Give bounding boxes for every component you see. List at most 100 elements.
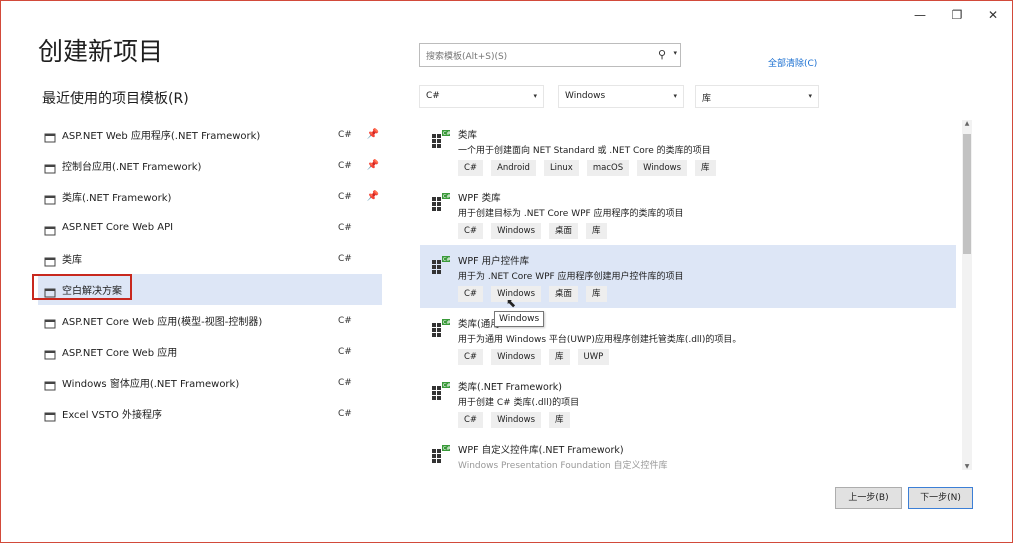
recent-template-label: ASP.NET Core Web 应用 bbox=[62, 348, 178, 359]
next-button[interactable]: 下一步(N) bbox=[908, 487, 973, 509]
recent-template-item[interactable]: 类库(.NET Framework) C# 📌 bbox=[38, 181, 382, 212]
search-input[interactable] bbox=[424, 46, 648, 68]
template-item[interactable]: C# WPF 类库用于创建目标为 .NET Core WPF 应用程序的类库的项目… bbox=[420, 182, 956, 245]
template-tag: C# bbox=[458, 412, 484, 428]
console-app-icon bbox=[44, 160, 56, 173]
recent-template-label: ASP.NET Core Web 应用(模型-视图-控制器) bbox=[62, 317, 263, 328]
mouse-cursor-icon: ⬉ bbox=[506, 296, 517, 310]
template-tags: C# Windows 桌面库 bbox=[458, 286, 615, 302]
tag-tooltip: Windows bbox=[494, 311, 545, 327]
platform-filter-value: Windows bbox=[565, 91, 606, 101]
recent-template-language: C# bbox=[338, 377, 352, 388]
template-description: 一个用于创建面向 NET Standard 或 .NET Core 的类库的项目 bbox=[458, 146, 711, 156]
template-tag: C# bbox=[458, 160, 484, 176]
chevron-down-icon: ▾ bbox=[808, 92, 812, 100]
class-library-icon bbox=[44, 253, 56, 266]
scroll-thumb[interactable] bbox=[963, 134, 971, 254]
template-description: 用于创建目标为 .NET Core WPF 应用程序的类库的项目 bbox=[458, 209, 684, 219]
template-tags: C# Windows 库 UWP bbox=[458, 349, 617, 365]
search-box[interactable]: ⚲ ▾ bbox=[419, 43, 681, 68]
pin-icon[interactable]: 📌 bbox=[364, 191, 382, 202]
template-item[interactable]: C# WPF 用户控件库 用于为 .NET Core WPF 应用程序创建用户控件库… bbox=[420, 245, 956, 308]
template-tag: 库 bbox=[586, 286, 607, 302]
scroll-up-icon[interactable]: ▲ bbox=[962, 120, 972, 127]
svg-text:C#: C# bbox=[443, 257, 451, 263]
scroll-down-icon[interactable]: ▼ bbox=[962, 463, 972, 470]
excel-icon bbox=[44, 408, 56, 421]
pin-icon[interactable]: 📌 bbox=[364, 129, 382, 140]
chevron-down-icon[interactable]: ▾ bbox=[673, 49, 677, 57]
recent-template-item[interactable]: Windows 窗体应用(.NET Framework) C# bbox=[38, 367, 382, 398]
svg-text:C#: C# bbox=[443, 446, 451, 452]
language-filter[interactable]: C# ▾ bbox=[419, 85, 544, 108]
template-tag: Windows bbox=[491, 223, 542, 239]
recent-template-language: C# bbox=[338, 160, 352, 171]
template-tag: C# bbox=[458, 349, 484, 365]
recent-template-item[interactable]: 类库 C# bbox=[38, 243, 382, 274]
template-tags: C# Android Linux macOS Windows 库 bbox=[458, 160, 724, 176]
svg-text:C#: C# bbox=[443, 131, 451, 137]
recent-templates-heading: 最近使用的项目模板(R) bbox=[42, 91, 189, 107]
template-tag: 桌面 bbox=[549, 223, 579, 239]
template-description: 用于为通用 Windows 平台(UWP)应用程序创建托管类库(.dll)的项目… bbox=[458, 335, 742, 345]
template-item[interactable]: C# WPF 自定义控件库(.NET Framework) Windows Pres… bbox=[420, 434, 956, 469]
template-icon: C# bbox=[430, 443, 452, 469]
template-list-scrollbar[interactable]: ▲ ▼ bbox=[962, 120, 972, 470]
template-icon: C# bbox=[430, 254, 452, 280]
template-tag: Android bbox=[491, 160, 536, 176]
template-name: WPF 类库 bbox=[458, 193, 501, 204]
recent-template-label: 类库(.NET Framework) bbox=[62, 193, 172, 204]
recent-template-item[interactable]: 控制台应用(.NET Framework) C# 📌 bbox=[38, 150, 382, 181]
close-button[interactable]: ✕ bbox=[983, 6, 1003, 24]
template-tag: Windows bbox=[491, 412, 542, 428]
recent-template-item[interactable]: ASP.NET Core Web 应用 C# bbox=[38, 336, 382, 367]
class-library-icon bbox=[44, 191, 56, 204]
minimize-button[interactable]: — bbox=[910, 6, 930, 24]
chevron-down-icon: ▾ bbox=[533, 92, 537, 100]
chevron-down-icon: ▾ bbox=[673, 92, 677, 100]
recent-template-item[interactable]: ASP.NET Web 应用程序(.NET Framework) C# 📌 bbox=[38, 119, 382, 150]
platform-filter[interactable]: Windows ▾ bbox=[558, 85, 684, 108]
template-tags: C# Windows 桌面库 bbox=[458, 223, 615, 239]
template-icon: C# bbox=[430, 317, 452, 343]
template-list: C# 类库 一个用于创建面向 NET Standard 或 .NET Core 的类… bbox=[420, 119, 956, 469]
project-type-filter[interactable]: 库 ▾ bbox=[695, 85, 819, 108]
template-tag: Windows bbox=[491, 349, 542, 365]
recent-template-item[interactable]: ASP.NET Core Web 应用(模型-视图-控制器) C# bbox=[38, 305, 382, 336]
recent-template-language: C# bbox=[338, 191, 352, 202]
clear-all-link[interactable]: 全部清除(C) bbox=[768, 56, 817, 69]
project-type-filter-value: 库 bbox=[702, 94, 712, 104]
template-tag: UWP bbox=[577, 349, 610, 365]
template-tag: C# bbox=[458, 223, 484, 239]
recent-template-language: C# bbox=[338, 222, 352, 233]
template-name: 类库(.NET Framework) bbox=[458, 382, 562, 393]
mvc-app-icon bbox=[44, 315, 56, 328]
template-tag: 库 bbox=[549, 412, 570, 428]
search-icon[interactable]: ⚲ bbox=[658, 48, 666, 61]
template-name: WPF 自定义控件库(.NET Framework) bbox=[458, 445, 624, 456]
recent-template-language: C# bbox=[338, 129, 352, 140]
svg-text:C#: C# bbox=[443, 320, 451, 326]
svg-text:C#: C# bbox=[443, 383, 451, 389]
template-icon: C# bbox=[430, 128, 452, 154]
restore-button[interactable]: ❐ bbox=[947, 6, 967, 24]
pin-icon[interactable]: 📌 bbox=[364, 160, 382, 171]
template-tag: macOS bbox=[586, 160, 630, 176]
web-api-icon bbox=[44, 222, 56, 235]
template-tag: Windows bbox=[637, 160, 688, 176]
recent-template-item[interactable]: ASP.NET Core Web API C# bbox=[38, 212, 382, 243]
recent-template-item[interactable]: Excel VSTO 外接程序 C# bbox=[38, 398, 382, 429]
template-tag: 库 bbox=[586, 223, 607, 239]
language-filter-value: C# bbox=[426, 91, 440, 101]
template-item[interactable]: C# 类库(.NET Framework) 用于创建 C# 类库(.dll)的项目 C… bbox=[420, 371, 956, 434]
recent-template-label: Windows 窗体应用(.NET Framework) bbox=[62, 379, 240, 390]
template-tag: C# bbox=[458, 286, 484, 302]
template-tag: 桌面 bbox=[549, 286, 579, 302]
template-name: WPF 用户控件库 bbox=[458, 256, 530, 267]
back-button[interactable]: 上一步(B) bbox=[835, 487, 902, 509]
recent-template-label: 类库 bbox=[62, 255, 82, 266]
winforms-icon bbox=[44, 377, 56, 390]
recent-template-language: C# bbox=[338, 315, 352, 326]
recent-template-label: Excel VSTO 外接程序 bbox=[62, 410, 163, 421]
template-item[interactable]: C# 类库 一个用于创建面向 NET Standard 或 .NET Core 的类… bbox=[420, 119, 956, 182]
